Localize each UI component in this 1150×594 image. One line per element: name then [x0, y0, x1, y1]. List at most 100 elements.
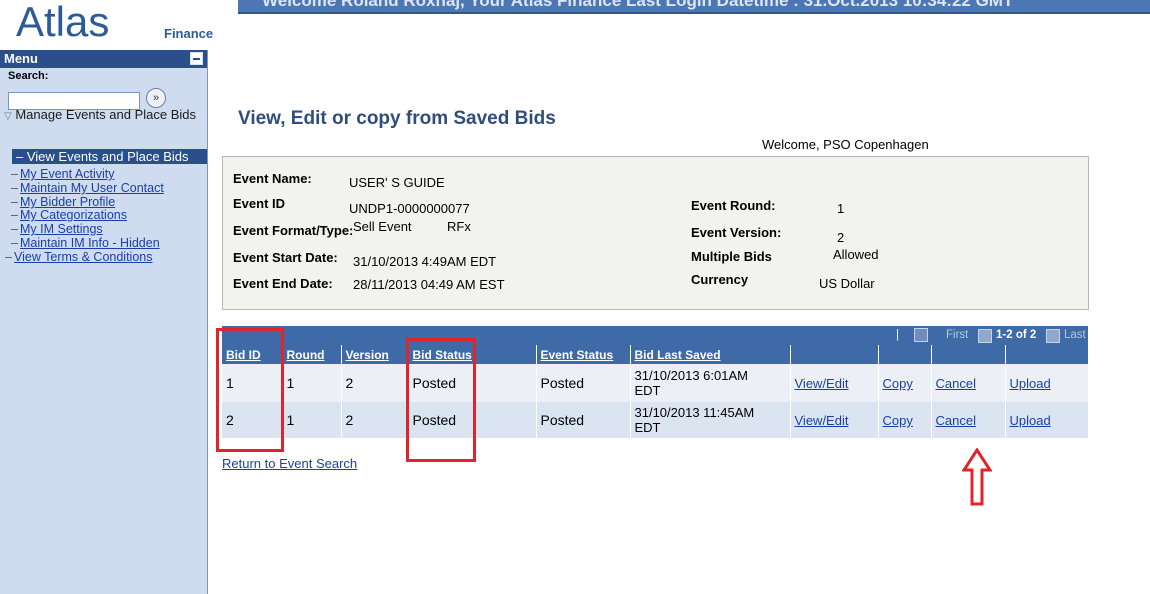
pager-separator: | — [896, 329, 899, 341]
event-version-value: 2 — [837, 230, 845, 245]
sidebar-item-maintain-contact[interactable]: – Maintain My User Contact — [11, 181, 164, 195]
pager-range: 1-2 of 2 — [996, 329, 1037, 341]
bid-last-saved-cell: 31/10/2013 6:01AM EDT — [630, 364, 791, 402]
dash-icon: – — [11, 195, 18, 209]
nav-group-manage-events[interactable]: ▽ Manage Events and Place Bids — [4, 107, 204, 124]
view-edit-link[interactable]: View/Edit — [795, 413, 849, 428]
event-start-label: Event Start Date: — [233, 250, 338, 265]
dash-icon: – — [11, 222, 18, 236]
sidebar-item-im-settings[interactable]: – My IM Settings — [11, 222, 103, 236]
copy-cell: Copy — [878, 364, 932, 402]
sidebar-item-label[interactable]: Maintain IM Info - Hidden — [20, 236, 160, 250]
search-go-button[interactable]: » — [146, 88, 166, 108]
sidebar-item-label[interactable]: View Terms & Conditions — [14, 250, 153, 264]
logo-sub: Finance — [164, 26, 214, 41]
sidebar: Menu Search: » ▽ Manage Events and Place… — [0, 50, 208, 594]
nav-group-label: Manage Events and Place Bids — [15, 107, 196, 122]
grid-navigation-bar: | First 1-2 of 2 Last — [222, 326, 1088, 345]
event-type-value: RFx — [447, 219, 471, 234]
event-name-label: Event Name: — [233, 171, 312, 186]
annotation-box-bid-status — [406, 338, 476, 462]
sidebar-item-my-event-activity[interactable]: – My Event Activity — [11, 167, 114, 181]
dash-icon: – — [5, 250, 12, 264]
event-start-value: 31/10/2013 4:49AM EDT — [353, 254, 497, 269]
version-cell: 2 — [341, 364, 409, 402]
col-round[interactable]: Round — [282, 345, 342, 364]
sidebar-item-view-events[interactable]: – View Events and Place Bids — [12, 149, 207, 164]
saved-bids-table: Bid ID Round Version Bid Status Event St… — [222, 345, 1089, 438]
currency-value: US Dollar — [819, 276, 875, 291]
saved-timezone: EDT — [634, 420, 661, 435]
col-version[interactable]: Version — [341, 345, 409, 364]
pager-first[interactable]: First — [946, 329, 968, 341]
copy-link[interactable]: Copy — [883, 376, 913, 391]
next-page-icon[interactable] — [1046, 329, 1060, 343]
round-cell: 1 — [282, 402, 342, 438]
sidebar-item-label[interactable]: My Categorizations — [20, 208, 127, 222]
dash-icon: – — [11, 167, 18, 181]
collapse-icon[interactable] — [190, 52, 203, 65]
col-view — [790, 345, 879, 364]
currency-label: Currency — [691, 272, 749, 287]
saved-datetime: 31/10/2013 11:45AM — [634, 405, 755, 420]
sidebar-item-label[interactable]: My Bidder Profile — [20, 195, 115, 209]
download-icon[interactable] — [914, 328, 928, 342]
annotation-up-arrow-icon — [962, 448, 992, 506]
multiple-bids-label: Multiple Bids — [691, 249, 772, 264]
page-title: View, Edit or copy from Saved Bids — [238, 108, 556, 129]
previous-page-icon[interactable] — [978, 329, 992, 343]
sidebar-item-terms[interactable]: – View Terms & Conditions — [5, 250, 153, 264]
col-bid-last-saved[interactable]: Bid Last Saved — [630, 345, 791, 364]
event-id-label: Event ID — [233, 196, 286, 211]
table-row: 1 1 2 Posted Posted 31/10/2013 6:01AM ED… — [222, 364, 1089, 402]
event-status-cell: Posted — [536, 402, 631, 438]
event-format-label: Event Format/Type: — [233, 223, 354, 238]
cancel-link[interactable]: Cancel — [936, 413, 976, 428]
menu-header: Menu — [0, 50, 207, 68]
view-edit-link[interactable]: View/Edit — [795, 376, 849, 391]
view-edit-cell: View/Edit — [790, 364, 879, 402]
return-to-event-search-link[interactable]: Return to Event Search — [222, 456, 357, 471]
bid-last-saved-cell: 31/10/2013 11:45AM EDT — [630, 402, 791, 438]
version-cell: 2 — [341, 402, 409, 438]
event-format-value: Sell Event — [353, 219, 412, 234]
dash-icon: – — [11, 236, 18, 250]
col-cancel — [931, 345, 1006, 364]
event-end-value: 28/11/2013 04:49 AM EST — [353, 277, 505, 292]
dash-icon: – — [11, 208, 18, 222]
upload-link[interactable]: Upload — [1010, 413, 1051, 428]
sidebar-item-bidder-profile[interactable]: – My Bidder Profile — [11, 195, 115, 209]
upload-cell: Upload — [1005, 402, 1089, 438]
pager-last[interactable]: Last — [1064, 329, 1086, 341]
table-row: 2 1 2 Posted Posted 31/10/2013 11:45AM E… — [222, 402, 1089, 438]
dash-icon: – — [16, 149, 24, 164]
copy-link[interactable]: Copy — [883, 413, 913, 428]
event-round-value: 1 — [837, 201, 845, 216]
sidebar-item-label[interactable]: My IM Settings — [20, 222, 103, 236]
sidebar-item-label: View Events and Place Bids — [26, 149, 189, 164]
atlas-logo: Atlas Finance — [16, 0, 213, 45]
sidebar-item-im-info[interactable]: – Maintain IM Info - Hidden — [11, 236, 160, 250]
event-round-label: Event Round: — [691, 198, 776, 213]
dash-icon: – — [11, 181, 18, 195]
banner-text: Welcome Roland Roxhaj, Your Atlas Financ… — [262, 0, 1014, 10]
cancel-cell: Cancel — [931, 364, 1006, 402]
sidebar-item-label[interactable]: Maintain My User Contact — [20, 181, 164, 195]
cancel-link[interactable]: Cancel — [936, 376, 976, 391]
logo-main: Atlas — [16, 0, 110, 45]
saved-datetime: 31/10/2013 6:01AM — [634, 368, 748, 383]
upload-link[interactable]: Upload — [1010, 376, 1051, 391]
sidebar-item-categorizations[interactable]: – My Categorizations — [11, 208, 127, 222]
round-cell: 1 — [282, 364, 342, 402]
sidebar-item-label[interactable]: My Event Activity — [20, 167, 114, 181]
saved-timezone: EDT — [634, 383, 661, 398]
table-header-row: Bid ID Round Version Bid Status Event St… — [222, 345, 1089, 364]
event-version-label: Event Version: — [691, 225, 782, 240]
event-status-cell: Posted — [536, 364, 631, 402]
multiple-bids-value: Allowed — [833, 247, 879, 262]
welcome-banner: Welcome Roland Roxhaj, Your Atlas Financ… — [238, 0, 1150, 14]
event-name-value: USER' S GUIDE — [349, 175, 445, 190]
search-label: Search: — [8, 70, 49, 82]
col-event-status[interactable]: Event Status — [536, 345, 631, 364]
copy-cell: Copy — [878, 402, 932, 438]
